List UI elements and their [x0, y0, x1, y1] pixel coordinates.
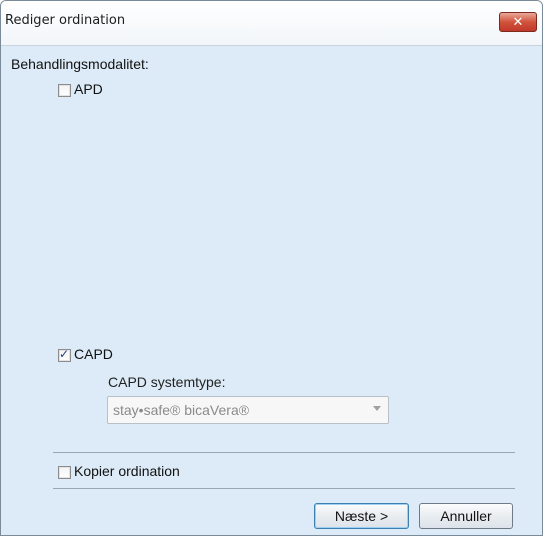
apd-checkbox[interactable] — [58, 84, 71, 97]
divider-bottom — [53, 488, 515, 489]
next-button-label: Næste > — [334, 508, 389, 524]
capd-label[interactable]: CAPD — [74, 346, 113, 362]
title-bar[interactable]: Rediger ordination ✕ — [1, 1, 542, 46]
next-button[interactable]: Næste > — [314, 503, 409, 529]
capd-system-value: stay•safe® bicaVera® — [113, 402, 250, 418]
capd-system-label: CAPD systemtype: — [108, 374, 226, 390]
capd-system-select[interactable]: stay•safe® bicaVera® — [107, 396, 389, 424]
cancel-button-label: Annuller — [440, 508, 492, 524]
copy-ordination-label[interactable]: Kopier ordination — [74, 463, 180, 479]
chevron-down-icon — [373, 406, 381, 411]
copy-ordination-checkbox[interactable] — [58, 466, 71, 479]
apd-label[interactable]: APD — [74, 81, 103, 97]
cancel-button[interactable]: Annuller — [419, 503, 513, 529]
window-title: Rediger ordination — [5, 13, 126, 28]
dialog-window: Rediger ordination ✕ Behandlingsmodalite… — [0, 0, 543, 536]
close-icon: ✕ — [512, 14, 524, 29]
close-button[interactable]: ✕ — [499, 12, 537, 32]
capd-checkbox[interactable] — [58, 347, 71, 362]
modality-label: Behandlingsmodalitet: — [11, 56, 149, 72]
divider-top — [53, 452, 515, 453]
